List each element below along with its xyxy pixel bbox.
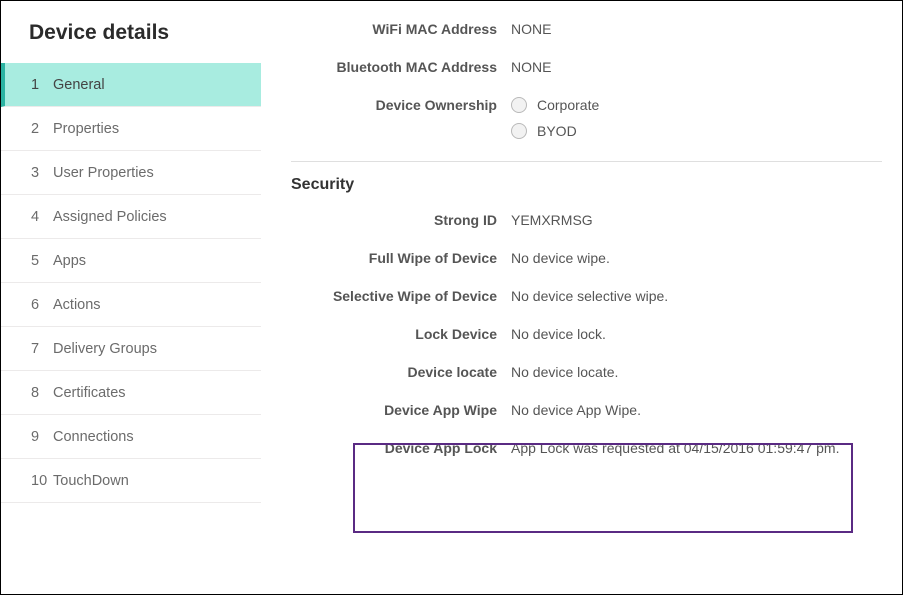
sidebar-item-certificates[interactable]: 8 Certificates [1,371,261,415]
sidebar-item-num: 10 [31,473,53,489]
sidebar-item-num: 8 [31,385,53,401]
sidebar-item-num: 2 [31,121,53,137]
field-selective-wipe: Selective Wipe of Device No device selec… [291,288,882,304]
sidebar-item-num: 5 [31,253,53,269]
field-label: Device App Lock [291,440,511,456]
sidebar-item-apps[interactable]: 5 Apps [1,239,261,283]
sidebar-item-label: Apps [53,253,86,269]
sidebar-item-label: General [53,77,105,93]
top-fields: WiFi MAC Address NONE Bluetooth MAC Addr… [291,21,882,139]
field-label: Strong ID [291,212,511,228]
field-device-app-lock: Device App Lock App Lock was requested a… [291,440,882,456]
field-device-locate: Device locate No device locate. [291,364,882,380]
sidebar-item-label: Properties [53,121,119,137]
sidebar-item-user-properties[interactable]: 3 User Properties [1,151,261,195]
field-label: WiFi MAC Address [291,21,511,37]
field-value: YEMXRMSG [511,212,882,228]
field-value: NONE [511,59,882,75]
field-value: No device selective wipe. [511,288,882,304]
sidebar-item-delivery-groups[interactable]: 7 Delivery Groups [1,327,261,371]
sidebar-item-num: 3 [31,165,53,181]
sidebar-item-num: 9 [31,429,53,445]
field-value: No device locate. [511,364,882,380]
sidebar-item-label: Connections [53,429,134,445]
sidebar-item-label: Assigned Policies [53,209,167,225]
field-label: Device Ownership [291,97,511,113]
sidebar-item-actions[interactable]: 6 Actions [1,283,261,327]
field-value: App Lock was requested at 04/15/2016 01:… [511,440,882,456]
ownership-radio-group: Corporate BYOD [511,97,882,139]
sidebar-list: 1 General 2 Properties 3 User Properties… [1,63,261,503]
sidebar-item-properties[interactable]: 2 Properties [1,107,261,151]
field-strong-id: Strong ID YEMXRMSG [291,212,882,228]
sidebar-item-assigned-policies[interactable]: 4 Assigned Policies [1,195,261,239]
sidebar-item-num: 4 [31,209,53,225]
radio-corporate[interactable]: Corporate [511,97,882,113]
field-lock-device: Lock Device No device lock. [291,326,882,342]
field-device-app-wipe: Device App Wipe No device App Wipe. [291,402,882,418]
field-label: Bluetooth MAC Address [291,59,511,75]
field-value: No device App Wipe. [511,402,882,418]
radio-icon [511,123,527,139]
field-wifi-mac: WiFi MAC Address NONE [291,21,882,37]
sidebar-item-label: Actions [53,297,101,313]
radio-icon [511,97,527,113]
field-label: Selective Wipe of Device [291,288,511,304]
sidebar-item-general[interactable]: 1 General [1,63,261,107]
section-header-security: Security [291,161,882,194]
field-label: Device locate [291,364,511,380]
radio-byod[interactable]: BYOD [511,123,882,139]
radio-label: BYOD [537,123,577,139]
field-label: Lock Device [291,326,511,342]
highlight-box [353,443,853,533]
field-label: Full Wipe of Device [291,250,511,266]
page-title: Device details [1,21,261,63]
sidebar-item-label: TouchDown [53,473,129,489]
sidebar: Device details 1 General 2 Properties 3 … [1,1,261,594]
sidebar-item-label: Certificates [53,385,126,401]
sidebar-item-num: 6 [31,297,53,313]
sidebar-item-label: User Properties [53,165,154,181]
sidebar-item-num: 7 [31,341,53,357]
sidebar-item-connections[interactable]: 9 Connections [1,415,261,459]
field-value: No device wipe. [511,250,882,266]
security-fields: Strong ID YEMXRMSG Full Wipe of Device N… [291,212,882,456]
sidebar-item-label: Delivery Groups [53,341,157,357]
field-bluetooth-mac: Bluetooth MAC Address NONE [291,59,882,75]
sidebar-item-num: 1 [31,77,53,93]
field-value: NONE [511,21,882,37]
field-label: Device App Wipe [291,402,511,418]
sidebar-item-touchdown[interactable]: 10 TouchDown [1,459,261,503]
field-device-ownership: Device Ownership Corporate BYOD [291,97,882,139]
field-full-wipe: Full Wipe of Device No device wipe. [291,250,882,266]
field-value: No device lock. [511,326,882,342]
radio-label: Corporate [537,97,599,113]
main-panel: WiFi MAC Address NONE Bluetooth MAC Addr… [261,1,902,594]
